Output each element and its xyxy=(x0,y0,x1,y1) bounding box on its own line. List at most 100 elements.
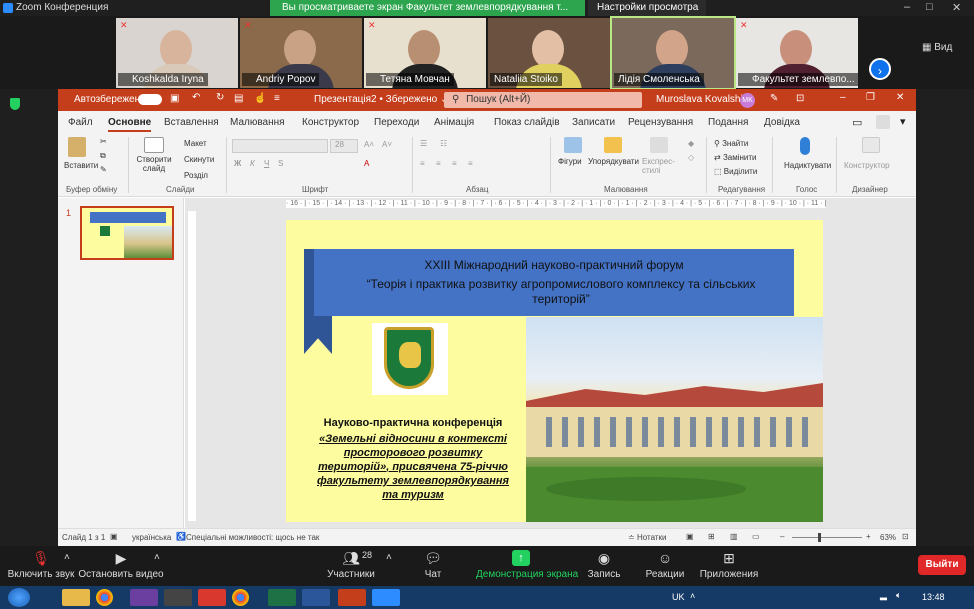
apps-button[interactable]: ⊞ Приложения xyxy=(684,546,774,586)
shrink-font-icon[interactable]: A˅ xyxy=(382,140,392,149)
view-options-menu[interactable]: Настройки просмотра ⌄ xyxy=(588,0,706,29)
tab-view[interactable]: Подання xyxy=(708,117,748,128)
zoom-out-icon[interactable]: – xyxy=(780,532,784,541)
keyboard-language[interactable]: UK xyxy=(672,592,685,602)
chrome-taskbar-icon[interactable] xyxy=(232,589,249,606)
tab-file[interactable]: Файл xyxy=(68,117,93,128)
audio-options-chevron-icon[interactable]: ˄ xyxy=(64,552,70,563)
search-box[interactable]: ⚲ Пошук (Alt+Й) xyxy=(444,92,642,108)
start-button-icon[interactable] xyxy=(8,588,30,607)
tray-network-icon[interactable]: ▂ xyxy=(880,590,887,601)
shapes-button[interactable]: Фігури xyxy=(558,157,582,166)
new-slide-button[interactable]: Створити слайд xyxy=(134,155,174,173)
align-center-icon[interactable]: ≡ xyxy=(436,159,441,168)
justify-icon[interactable]: ≡ xyxy=(468,159,473,168)
reading-view-icon[interactable]: ▥ xyxy=(730,532,738,541)
quick-styles-button[interactable]: Експрес-стилі xyxy=(642,157,678,175)
zoom-in-icon[interactable]: + xyxy=(866,532,871,541)
fit-slide-icon[interactable]: ⊡ xyxy=(902,532,909,541)
slide-canvas[interactable]: XXIII Міжнародний науково-практичний фор… xyxy=(286,220,823,522)
paste-icon[interactable] xyxy=(68,137,86,157)
font-family-select[interactable] xyxy=(232,139,328,153)
save-icon[interactable]: ▣ xyxy=(170,93,179,104)
font-size-select[interactable]: 28 xyxy=(330,139,358,153)
comments-icon[interactable]: ▭ xyxy=(852,116,862,129)
notes-button[interactable]: ≐ Нотатки xyxy=(628,533,666,542)
align-right-icon[interactable]: ≡ xyxy=(452,159,457,168)
slideshow-icon[interactable]: ▭ xyxy=(752,532,760,541)
redo-icon[interactable]: ↻ xyxy=(216,92,224,103)
tab-record[interactable]: Записати xyxy=(572,117,615,128)
shape-outline-icon[interactable]: ◇ xyxy=(688,153,694,162)
designer-icon[interactable] xyxy=(862,137,880,153)
tab-animations[interactable]: Анімація xyxy=(434,117,474,128)
slide-sorter-icon[interactable]: ⊞ xyxy=(708,532,715,541)
arrange-icon[interactable] xyxy=(604,137,622,153)
strikethrough-icon[interactable]: S xyxy=(278,159,283,168)
word-taskbar-icon[interactable] xyxy=(302,589,330,606)
accessibility-status[interactable]: Спеціальні можливості: щось не так xyxy=(186,533,319,542)
tray-volume-icon[interactable]: 🔈︎ xyxy=(896,590,901,601)
touch-mode-icon[interactable]: ☝ xyxy=(254,93,266,104)
video-tile[interactable]: ✕ Тетяна Мовчан xyxy=(364,18,486,88)
select-button[interactable]: ⬚ Виділити xyxy=(714,167,757,176)
font-color-icon[interactable]: A xyxy=(364,159,369,168)
italic-icon[interactable]: К xyxy=(250,159,255,168)
slide-title-line2[interactable]: “Теорія і практика розвитку агропромисло… xyxy=(356,277,766,307)
tab-help[interactable]: Довідка xyxy=(764,117,800,128)
mail-taskbar-icon[interactable] xyxy=(130,589,158,606)
tab-home[interactable]: Основне xyxy=(108,117,152,132)
cut-icon[interactable]: ✂ xyxy=(100,137,107,146)
close-icon[interactable]: ✕ xyxy=(896,92,904,103)
more-commands-icon[interactable]: ≡ xyxy=(274,93,280,104)
unmute-button[interactable]: 🎙︎ Включить звук xyxy=(0,546,86,586)
zoom-slider-thumb[interactable] xyxy=(818,533,821,542)
chat-button[interactable]: 💬︎ Чат xyxy=(388,546,478,586)
normal-view-icon[interactable]: ▣ xyxy=(686,532,694,541)
anydesk-taskbar-icon[interactable] xyxy=(198,589,226,606)
tab-design[interactable]: Конструктор xyxy=(302,117,359,128)
tab-insert[interactable]: Вставлення xyxy=(164,117,219,128)
present-icon[interactable]: ▤ xyxy=(234,93,243,104)
undo-icon[interactable]: ↶ xyxy=(192,92,200,103)
avatar[interactable]: MK xyxy=(740,93,755,108)
numbering-icon[interactable]: ☷ xyxy=(440,139,447,148)
pen-icon[interactable]: ✎ xyxy=(770,93,778,104)
underline-icon[interactable]: Ч xyxy=(264,159,269,168)
new-slide-icon[interactable] xyxy=(144,137,164,153)
copy-icon[interactable]: ⧉ xyxy=(100,151,106,161)
minimize-icon[interactable]: – xyxy=(840,92,846,103)
security-shield-icon[interactable] xyxy=(10,98,20,110)
share-screen-button[interactable]: ↑ Демонстрация экрана xyxy=(476,546,578,586)
tray-chevron-icon[interactable]: ˄ xyxy=(690,591,695,601)
video-tile[interactable]: ✕ Andriy Popov xyxy=(240,18,362,88)
slide-thumbnail[interactable] xyxy=(80,206,174,260)
doc-title[interactable]: Презентація2 • Збережено ⌄ xyxy=(314,94,448,105)
zoom-slider[interactable] xyxy=(792,537,862,538)
bullets-icon[interactable]: ☰ xyxy=(420,139,427,148)
ribbon-display-icon[interactable]: ⊡ xyxy=(796,93,804,104)
more-icon[interactable]: ▾ xyxy=(900,115,906,128)
excel-taskbar-icon[interactable] xyxy=(268,589,296,606)
bold-icon[interactable]: Ж xyxy=(234,159,241,168)
view-button[interactable]: ▦ Вид xyxy=(922,42,952,53)
find-button[interactable]: ⚲ Знайти xyxy=(714,139,748,148)
language-label[interactable]: українська xyxy=(132,533,171,542)
chrome-taskbar-icon[interactable] xyxy=(96,589,113,606)
quick-styles-icon[interactable] xyxy=(650,137,668,153)
video-tile[interactable]: Nataliia Stoiko xyxy=(488,18,610,88)
dictate-button[interactable]: Надиктувати xyxy=(784,161,831,170)
share-icon[interactable] xyxy=(876,115,890,129)
powerpoint-taskbar-icon[interactable] xyxy=(338,589,366,606)
shape-fill-icon[interactable]: ◆ xyxy=(688,139,694,148)
zoom-taskbar-icon[interactable] xyxy=(372,589,400,606)
close-icon[interactable]: ✕ xyxy=(952,1,961,14)
slide-title-line1[interactable]: XXIII Міжнародний науково-практичний фор… xyxy=(314,258,794,272)
restore-icon[interactable]: ❐ xyxy=(866,92,875,103)
video-button[interactable]: ▶ Остановить видео xyxy=(76,546,166,586)
clock-time[interactable]: 13:48 xyxy=(922,592,945,602)
video-options-chevron-icon[interactable]: ˄ xyxy=(154,552,160,563)
zoom-level[interactable]: 63% xyxy=(880,533,896,542)
designer-button[interactable]: Конструктор xyxy=(844,161,890,170)
format-painter-icon[interactable]: ✎ xyxy=(100,165,107,174)
